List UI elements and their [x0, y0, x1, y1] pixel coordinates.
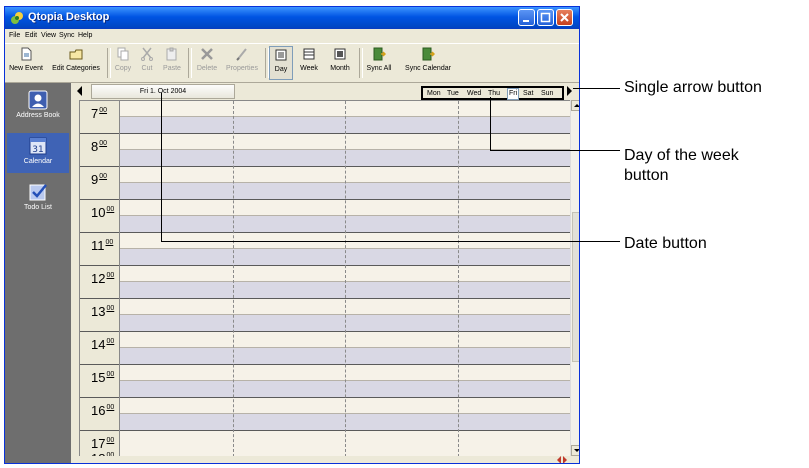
- month-view-icon: [334, 48, 346, 60]
- callout-line: [490, 97, 491, 151]
- callout-single-arrow-button: Single arrow button: [624, 79, 762, 96]
- edit-categories-icon: [69, 49, 83, 60]
- day-button-fri[interactable]: Fri: [507, 88, 520, 100]
- scrollbar-thumb[interactable]: [572, 212, 579, 362]
- svg-text:31: 31: [32, 145, 43, 155]
- hour-row[interactable]: 1100: [80, 233, 570, 266]
- day-view-grid[interactable]: 700 800 900 1000 1100 1200 1300 1400 150…: [79, 100, 570, 456]
- paste-icon: [166, 47, 177, 61]
- sidebar: Address Book 31 Calendar Todo List: [5, 83, 71, 463]
- status-bar: [5, 456, 579, 463]
- maximize-button[interactable]: [537, 9, 554, 26]
- menu-view[interactable]: View: [41, 32, 56, 39]
- next-day-arrow-icon[interactable]: [567, 86, 572, 96]
- menu-edit[interactable]: Edit: [25, 32, 37, 39]
- maximize-icon: [540, 12, 551, 23]
- sync-all-button[interactable]: Sync All: [363, 46, 395, 80]
- callout-day-of-week-line2: button: [624, 167, 669, 184]
- qtopia-window: Qtopia Desktop File Edit View Sync Help …: [4, 6, 580, 464]
- properties-icon: [236, 48, 247, 61]
- vertical-scrollbar[interactable]: [570, 100, 579, 456]
- day-button-wed[interactable]: Wed: [467, 89, 481, 99]
- hour-row[interactable]: 1200: [80, 266, 570, 299]
- date-button[interactable]: Fri 1. Oct 2004: [91, 84, 235, 99]
- cut-button[interactable]: Cut: [136, 46, 158, 80]
- close-button[interactable]: [556, 9, 573, 26]
- hour-row[interactable]: 700: [80, 101, 570, 134]
- hour-row[interactable]: 1300: [80, 299, 570, 332]
- title-bar: Qtopia Desktop: [5, 7, 579, 29]
- delete-icon: [201, 48, 213, 60]
- calendar-icon: 31: [29, 137, 47, 155]
- callout-line: [161, 241, 620, 242]
- hour-row[interactable]: 900: [80, 167, 570, 200]
- menu-sync[interactable]: Sync: [59, 32, 75, 39]
- minimize-button[interactable]: [518, 9, 535, 26]
- qtopia-logo-icon: [11, 12, 23, 24]
- scroll-up-arrow-icon[interactable]: [571, 100, 579, 111]
- hour-row[interactable]: 1400: [80, 332, 570, 365]
- day-button-sat[interactable]: Sat: [523, 89, 534, 99]
- sync-all-icon: [373, 47, 386, 61]
- month-view-button[interactable]: Month: [325, 46, 355, 80]
- week-view-button[interactable]: Week: [295, 46, 323, 80]
- previous-day-arrow-icon[interactable]: [77, 86, 82, 96]
- callout-day-of-week-line1: Day of the week: [624, 147, 739, 164]
- new-event-button[interactable]: New Event: [7, 46, 45, 80]
- address-book-icon: [28, 90, 48, 110]
- day-view-button[interactable]: Day: [269, 46, 293, 80]
- menu-bar: File Edit View Sync Help: [5, 29, 579, 43]
- sync-calendar-icon: [422, 47, 435, 61]
- connection-status-icon: [557, 456, 567, 463]
- day-of-week-selector: Mon Tue Wed Thu Fri Sat Sun: [421, 86, 564, 100]
- properties-button[interactable]: Properties: [223, 46, 261, 80]
- hour-row[interactable]: 1600: [80, 398, 570, 431]
- copy-button[interactable]: Copy: [111, 46, 135, 80]
- edit-categories-button[interactable]: Edit Categories: [48, 46, 104, 80]
- sidebar-item-todo-list[interactable]: Todo List: [7, 179, 69, 219]
- sidebar-item-calendar[interactable]: 31 Calendar: [7, 133, 69, 173]
- day-button-mon[interactable]: Mon: [427, 89, 441, 99]
- toolbar: New Event Edit Categories Copy Cut Paste…: [5, 43, 579, 83]
- hour-row[interactable]: 1000: [80, 200, 570, 233]
- week-view-icon: [303, 48, 315, 60]
- paste-button[interactable]: Paste: [159, 46, 185, 80]
- sidebar-item-address-book[interactable]: Address Book: [7, 87, 69, 127]
- window-title: Qtopia Desktop: [28, 11, 110, 23]
- close-icon: [560, 13, 569, 22]
- callout-line: [573, 88, 620, 89]
- day-button-tue[interactable]: Tue: [447, 89, 459, 99]
- delete-button[interactable]: Delete: [192, 46, 222, 80]
- menu-help[interactable]: Help: [78, 32, 92, 39]
- day-button-sun[interactable]: Sun: [541, 89, 553, 99]
- callout-line: [161, 93, 162, 242]
- scroll-down-arrow-icon[interactable]: [571, 445, 579, 456]
- copy-icon: [117, 47, 129, 61]
- day-view-icon: [275, 49, 287, 61]
- callout-date-button: Date button: [624, 235, 707, 252]
- new-event-icon: [21, 47, 32, 61]
- cut-icon: [141, 47, 153, 61]
- todo-list-icon: [29, 184, 47, 201]
- sync-calendar-button[interactable]: Sync Calendar: [397, 46, 459, 80]
- menu-file[interactable]: File: [9, 32, 20, 39]
- date-navigation-bar: Fri 1. Oct 2004 Mon Tue Wed Thu Fri Sat …: [71, 83, 579, 100]
- hour-row[interactable]: 1500: [80, 365, 570, 398]
- hour-row[interactable]: 1800: [80, 446, 570, 456]
- minimize-icon: [523, 20, 529, 22]
- callout-line: [490, 150, 620, 151]
